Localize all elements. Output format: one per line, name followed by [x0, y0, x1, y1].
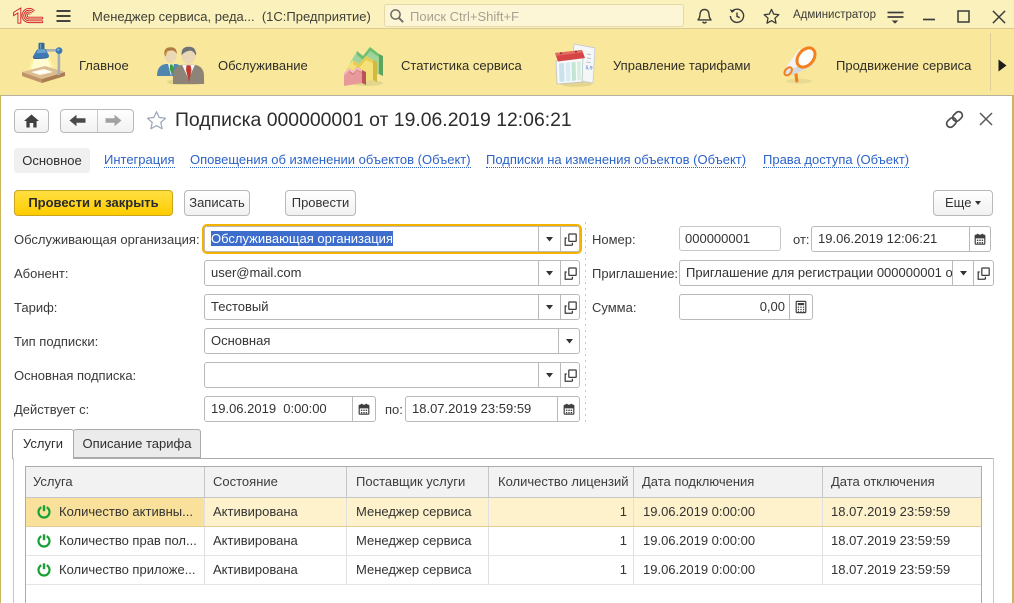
svg-text:5,9: 5,9 — [585, 65, 593, 71]
